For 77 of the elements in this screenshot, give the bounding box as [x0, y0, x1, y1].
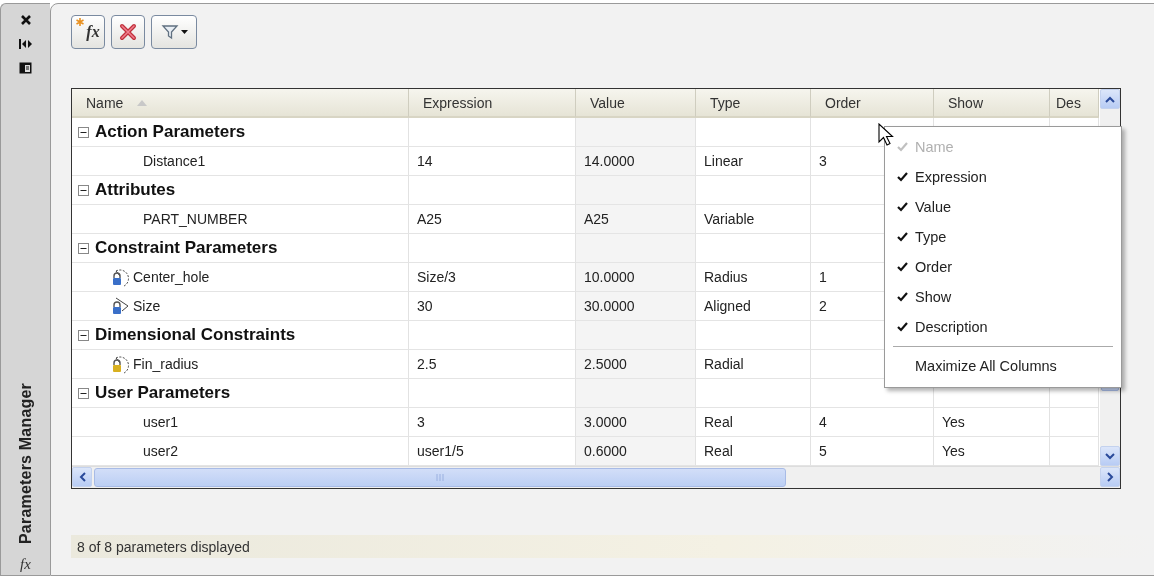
collapse-toggle-icon[interactable] [78, 387, 89, 399]
funnel-icon [160, 23, 179, 41]
group-label: User Parameters [95, 383, 231, 403]
column-header[interactable]: Value [576, 89, 696, 118]
parameter-name: PART_NUMBER [143, 211, 248, 227]
column-header[interactable]: Order [811, 89, 934, 118]
collapse-arrows-icon[interactable] [18, 38, 33, 50]
menu-item[interactable]: Value [885, 192, 1121, 222]
table-cell: Linear [696, 147, 811, 176]
table-cell: Radial [696, 350, 811, 379]
properties-icon[interactable] [19, 62, 32, 74]
group-name-cell[interactable]: Attributes [72, 176, 409, 205]
collapse-toggle-icon[interactable] [78, 242, 89, 254]
column-header[interactable]: Show [934, 89, 1050, 118]
collapse-toggle-icon[interactable] [78, 184, 89, 196]
group-label: Attributes [95, 180, 176, 200]
column-header[interactable]: Des [1050, 89, 1099, 118]
scroll-thumb[interactable] [94, 468, 786, 487]
close-icon[interactable] [19, 14, 32, 26]
table-cell: Variable [696, 205, 811, 234]
locked-radius-icon [110, 267, 132, 287]
table-cell: 14.0000 [576, 147, 696, 176]
table-cell: A25 [576, 205, 696, 234]
menu-item[interactable]: Maximize All Columns [885, 351, 1121, 381]
group-name-cell[interactable]: Action Parameters [72, 118, 409, 147]
name-cell[interactable]: user1 [72, 408, 409, 437]
filter-button[interactable] [151, 15, 197, 49]
sort-ascending-icon [137, 99, 148, 106]
table-cell: Radius [696, 263, 811, 292]
scroll-right-button[interactable] [1100, 467, 1120, 487]
delete-x-icon [119, 23, 137, 41]
table-cell: Real [696, 408, 811, 437]
scroll-left-button[interactable] [72, 467, 92, 487]
collapse-toggle-icon[interactable] [78, 126, 89, 138]
group-label: Action Parameters [95, 122, 246, 142]
table-cell: Yes [934, 408, 1050, 437]
caret-icon [180, 29, 188, 35]
parameter-name: Size [133, 298, 161, 314]
empty-cell [1050, 408, 1099, 437]
name-cell[interactable]: Size [72, 292, 409, 321]
scroll-up-button[interactable] [1100, 89, 1120, 109]
column-header[interactable]: Type [696, 89, 811, 118]
collapse-toggle-icon[interactable] [78, 329, 89, 341]
name-cell[interactable]: PART_NUMBER [72, 205, 409, 234]
table-cell: Aligned [696, 292, 811, 321]
column-header[interactable]: Name [72, 89, 409, 118]
table-cell: 30.0000 [576, 292, 696, 321]
parameter-name: Center_hole [133, 269, 210, 285]
name-cell[interactable]: Center_hole [72, 263, 409, 292]
group-name-cell[interactable]: Dimensional Constraints [72, 321, 409, 350]
table-cell: 2.5000 [576, 350, 696, 379]
parameter-name: user1 [143, 414, 179, 430]
delete-button[interactable] [111, 15, 145, 49]
horizontal-scrollbar[interactable] [72, 466, 1120, 488]
palette-title: Parameters Manager [16, 383, 35, 544]
name-cell[interactable]: Fin_radius [72, 350, 409, 379]
parameter-name: Fin_radius [133, 356, 199, 372]
group-label: Dimensional Constraints [95, 325, 296, 345]
group-name-cell[interactable]: Constraint Parameters [72, 234, 409, 263]
group-label: Constraint Parameters [95, 238, 278, 258]
grip-icon [435, 474, 445, 481]
column-header[interactable]: Expression [409, 89, 576, 118]
table-cell: 3.0000 [576, 408, 696, 437]
status-text: 8 of 8 parameters displayed [77, 538, 250, 555]
parameter-name: Distance1 [143, 153, 206, 169]
menu-item[interactable]: Type [885, 222, 1121, 252]
table-cell: 10.0000 [576, 263, 696, 292]
group-name-cell[interactable]: User Parameters [72, 379, 409, 408]
asterisk-icon [76, 18, 85, 26]
table-cell: 4 [811, 408, 934, 437]
table-cell: 0.6000 [576, 437, 696, 466]
name-cell[interactable]: Distance1 [72, 147, 409, 176]
locked-radius-icon [110, 354, 132, 374]
new-parameter-button[interactable]: fx [71, 15, 105, 49]
parameter-name: user2 [143, 443, 179, 459]
scroll-down-button[interactable] [1100, 446, 1120, 466]
fx-glyph: fx [20, 556, 31, 573]
